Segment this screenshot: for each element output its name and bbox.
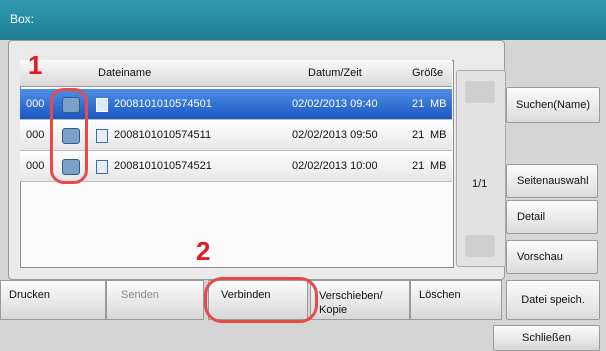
row-size: 21 (412, 129, 425, 141)
file-icon (96, 160, 108, 174)
row-datetime: 02/02/2013 09:40 (292, 98, 378, 110)
send-button[interactable]: Senden (106, 280, 204, 320)
row-size-unit: MB (430, 129, 447, 141)
print-button[interactable]: Drucken (0, 280, 106, 320)
callout-number-1: 1 (28, 50, 43, 80)
column-size[interactable]: Größe (412, 67, 443, 79)
highlight-oval-1 (50, 88, 88, 184)
list-scrollbar[interactable] (456, 70, 506, 267)
row-size: 21 (412, 98, 425, 110)
close-button[interactable]: Schließen (493, 325, 600, 351)
title-bar: Box: (0, 0, 606, 40)
delete-button[interactable]: Löschen (410, 280, 502, 320)
save-file-button[interactable]: Datei speich. (506, 280, 600, 320)
row-index: 000 (26, 129, 45, 141)
move-copy-button[interactable]: Verschieben/ Kopie (310, 280, 410, 320)
row-filename: 2008101010574501 (114, 98, 212, 110)
scroll-down-button[interactable] (465, 235, 495, 257)
column-datetime[interactable]: Datum/Zeit (308, 67, 362, 79)
row-filename: 2008101010574521 (114, 160, 212, 172)
row-datetime: 02/02/2013 09:50 (292, 129, 378, 141)
page-select-button[interactable]: Seitenauswahl (506, 164, 598, 198)
row-index: 000 (26, 98, 45, 110)
search-name-button[interactable]: Suchen(Name) (506, 87, 600, 123)
page-indicator: 1/1 (472, 178, 488, 190)
preview-button[interactable]: Vorschau (506, 240, 598, 274)
row-datetime: 02/02/2013 10:00 (292, 160, 378, 172)
row-filename: 2008101010574511 (114, 129, 212, 141)
file-icon (96, 98, 108, 112)
row-size-unit: MB (430, 160, 447, 172)
callout-number-2: 2 (196, 236, 211, 266)
highlight-oval-2 (204, 277, 318, 323)
row-size-unit: MB (430, 98, 447, 110)
column-filename[interactable]: Dateiname (98, 67, 151, 79)
list-header: Dateiname Datum/Zeit Größe (20, 60, 452, 87)
detail-button[interactable]: Detail (506, 200, 598, 234)
row-size: 21 (412, 160, 425, 172)
box-screen: Box: Dateiname Datum/Zeit Größe 000 2008… (0, 0, 606, 351)
file-icon (96, 129, 108, 143)
scroll-up-button[interactable] (465, 81, 495, 103)
window-title: Box: (10, 12, 35, 26)
row-index: 000 (26, 160, 45, 172)
